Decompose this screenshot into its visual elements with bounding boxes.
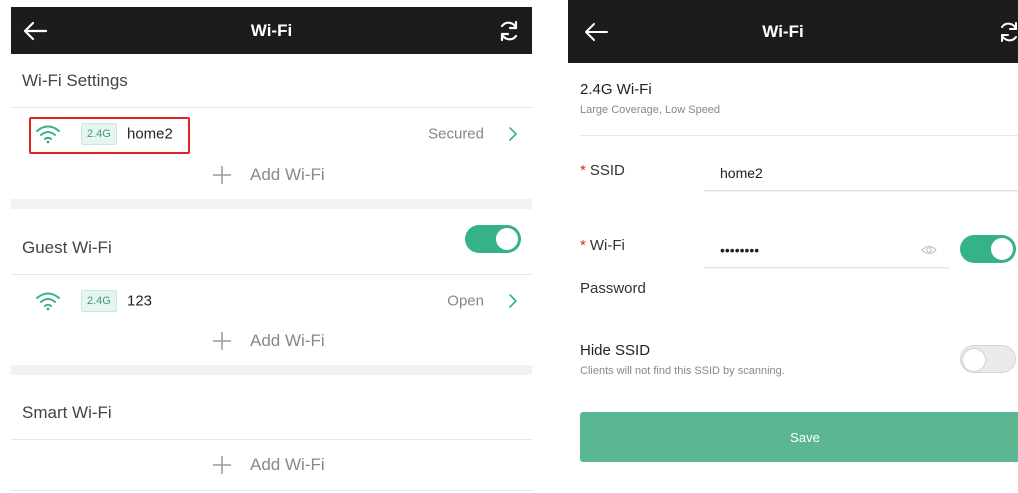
password-input[interactable]: •••••••• <box>704 232 949 268</box>
plus-icon <box>213 166 231 184</box>
highlight-box <box>29 117 190 154</box>
ssid-field-label: * SSID <box>580 162 625 179</box>
add-wifi-label: Add Wi-Fi <box>250 455 325 474</box>
refresh-icon <box>500 20 518 41</box>
hide-ssid-title: Hide SSID <box>580 342 651 359</box>
eye-icon[interactable] <box>921 244 937 256</box>
password-toggle[interactable] <box>960 235 1016 263</box>
band-title: 2.4G Wi-Fi <box>580 81 652 98</box>
ssid-value: home2 <box>720 164 763 181</box>
section-gap <box>11 199 532 209</box>
page-title: Wi-Fi <box>250 20 293 40</box>
wifi-edit-screen: Wi-Fi 2.4G Wi-Fi Large Coverage, Low Spe… <box>568 0 1018 493</box>
wifi-network-row-123[interactable]: 2.4G 123 Open <box>11 281 532 321</box>
password-label-line2: Password <box>580 280 646 297</box>
smart-wifi-title: Smart Wi-Fi <box>22 403 112 422</box>
add-wifi-button[interactable]: Add Wi-Fi <box>11 325 532 357</box>
chevron-right-icon <box>509 127 517 141</box>
header-bar: Wi-Fi <box>568 0 1018 63</box>
toggle-knob <box>496 228 518 250</box>
guest-wifi-title: Guest Wi-Fi <box>22 238 112 257</box>
guest-wifi-toggle[interactable] <box>465 225 521 253</box>
toggle-knob <box>963 349 985 371</box>
required-mark: * <box>580 162 586 179</box>
add-wifi-label: Add Wi-Fi <box>250 165 325 184</box>
add-wifi-label: Add Wi-Fi <box>250 331 325 350</box>
ssid-label-text: SSID <box>589 162 625 179</box>
band-badge: 2.4G <box>81 290 117 312</box>
password-label-line1: Wi-Fi <box>589 237 625 254</box>
hide-ssid-toggle[interactable] <box>960 345 1016 373</box>
security-status: Open <box>447 292 484 310</box>
refresh-button[interactable] <box>996 19 1018 45</box>
wifi-settings-title: Wi-Fi Settings <box>22 71 128 90</box>
plus-icon <box>213 332 231 350</box>
band-subtitle: Large Coverage, Low Speed <box>580 104 721 116</box>
page-title: Wi-Fi <box>762 21 804 41</box>
save-button[interactable]: Save <box>580 412 1018 462</box>
divider <box>11 490 532 491</box>
divider <box>11 107 532 108</box>
security-status: Secured <box>428 125 484 143</box>
password-value: •••••••• <box>720 241 760 258</box>
ssid-input[interactable]: home2 <box>704 155 1018 191</box>
toggle-knob <box>991 238 1013 260</box>
plus-icon <box>213 456 231 474</box>
password-field-label: * Wi-Fi <box>580 237 625 254</box>
hide-ssid-subtitle: Clients will not find this SSID by scann… <box>580 365 785 377</box>
section-gap <box>11 365 532 375</box>
divider <box>580 135 1018 136</box>
refresh-button[interactable] <box>496 18 522 44</box>
required-mark: * <box>580 237 586 254</box>
header-bar: Wi-Fi <box>11 7 532 54</box>
refresh-icon <box>1001 21 1017 42</box>
add-wifi-button[interactable]: Add Wi-Fi <box>11 449 532 481</box>
divider <box>11 274 532 275</box>
divider <box>11 439 532 440</box>
wifi-icon <box>36 292 60 311</box>
chevron-right-icon <box>509 294 517 308</box>
wifi-list-screen: Wi-Fi Wi-Fi Settings 2.4G home2 Secured … <box>11 7 532 493</box>
add-wifi-button[interactable]: Add Wi-Fi <box>11 159 532 191</box>
ssid-label: 123 <box>127 292 153 310</box>
